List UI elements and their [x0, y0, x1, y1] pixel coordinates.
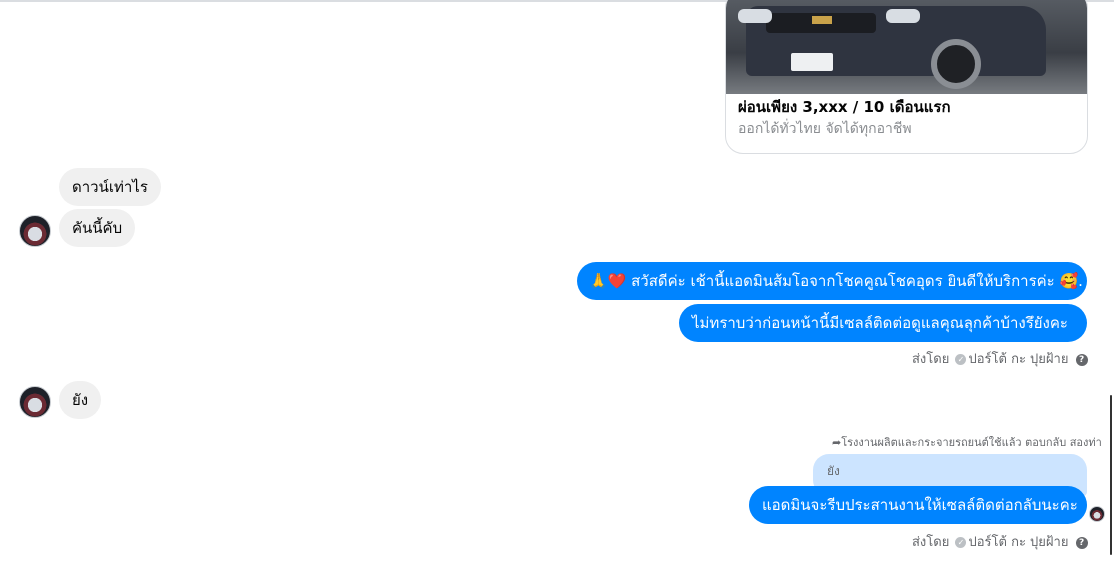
sender-name: ปอร์โต้ กะ ปุยฝ้าย	[968, 535, 1069, 550]
outgoing-message-1[interactable]: 🙏❤️ สวัสดีค่ะ เช้านี้แอดมินส้มโอจากโชคคู…	[577, 262, 1087, 300]
reply-arrow-icon: ➦	[832, 436, 842, 449]
card-title: ผ่อนเพียง 3,xxx / 10 เดือนแรก	[738, 98, 951, 116]
reply-context: ➦โรงงานผลิตและกระจายรถยนต์ใช้แล้ว ตอบกลั…	[832, 433, 1102, 451]
help-icon[interactable]: ?	[1075, 536, 1088, 549]
contact-avatar[interactable]	[19, 215, 51, 247]
sent-by-prefix: ส่งโดย	[912, 535, 950, 550]
reply-context-text: โรงงานผลิตและกระจายรถยนต์ใช้แล้ว ตอบกลับ…	[841, 436, 1102, 449]
car-image	[726, 0, 1087, 94]
outgoing-message-2[interactable]: ไม่ทราบว่าก่อนหน้านี้มีเซลล์ติดต่อดูแลคุ…	[679, 304, 1087, 342]
incoming-message-1[interactable]: ดาวน์เท่าไร	[59, 168, 161, 206]
product-card[interactable]: ผ่อนเพียง 3,xxx / 10 เดือนแรก ออกได้ทั่ว…	[725, 0, 1088, 154]
scrollbar[interactable]	[1110, 395, 1112, 555]
card-subtitle: ออกได้ทั่วไทย จัดได้ทุกอาชีพ	[738, 121, 912, 137]
pray-heart-emoji: 🙏❤️	[589, 272, 627, 290]
smile-hearts-emoji: 🥰.	[1059, 272, 1083, 290]
check-icon: ✓	[955, 354, 967, 365]
check-icon: ✓	[955, 537, 967, 548]
incoming-message-3[interactable]: ยัง	[59, 381, 102, 419]
message-text: สวัสดีค่ะ เช้านี้แอดมินส้มโอจากโชคคูณโชค…	[631, 272, 1055, 290]
contact-avatar[interactable]	[19, 386, 51, 418]
sender-name: ปอร์โต้ กะ ปุยฝ้าย	[968, 352, 1069, 367]
sent-by-info: ส่งโดย ✓ ปอร์โต้ กะ ปุยฝ้าย ?	[912, 531, 1088, 552]
outgoing-message-3[interactable]: แอดมินจะรีบประสานงานให้เซลล์ติดต่อกลับนะ…	[749, 486, 1087, 524]
incoming-message-2[interactable]: คันนี้คับ	[59, 209, 136, 247]
seen-avatar	[1089, 506, 1105, 522]
sent-by-prefix: ส่งโดย	[912, 352, 950, 367]
help-icon[interactable]: ?	[1075, 353, 1088, 366]
sent-by-info: ส่งโดย ✓ ปอร์โต้ กะ ปุยฝ้าย ?	[912, 348, 1088, 369]
